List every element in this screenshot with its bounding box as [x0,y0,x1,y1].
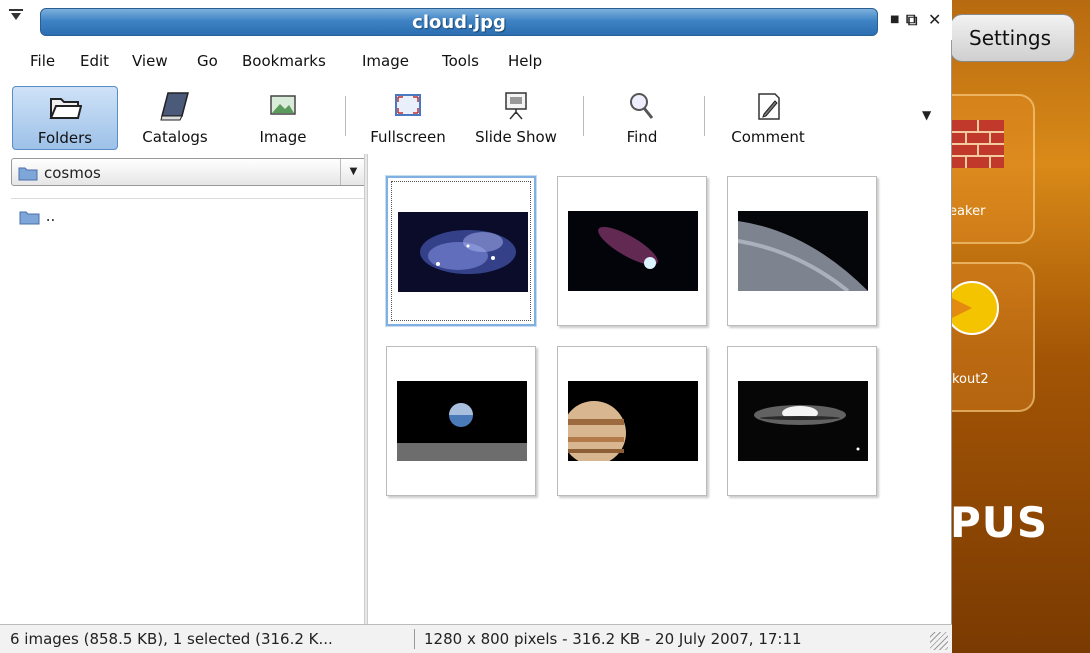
find-label: Find [626,128,658,146]
thumbnail-galaxy-cloud[interactable] [386,176,536,326]
slideshow-label: Slide Show [475,128,557,146]
thumbnail-planet-surface[interactable] [727,176,877,326]
desktop-background: Settings reaker akout2 PUS [940,0,1090,653]
catalogs-label: Catalogs [142,128,208,146]
tree-item-label: .. [45,207,56,225]
slideshow-icon [505,92,527,120]
thumbnail-image [568,211,698,291]
image-viewer-window: cloud.jpg ■ ⧉ ✕ File Edit View Go Bookma… [0,0,952,653]
thumbnail-sombrero-galaxy[interactable] [727,346,877,496]
thumbnail-grid [370,156,938,622]
desktop-brand-logo: PUS [950,498,1049,547]
location-value: cosmos [44,164,101,182]
toolbar-separator [583,96,584,136]
maximize-icon[interactable]: ⧉ [906,10,917,30]
resize-grip-icon[interactable] [930,632,948,650]
window-menu-icon[interactable] [8,8,28,28]
thumbnail-image [397,381,527,461]
status-image-info: 1280 x 800 pixels - 316.2 KB - 20 July 2… [424,630,802,648]
menu-help[interactable]: Help [508,52,542,70]
folder-tree: .. [11,198,367,623]
thumbnail-comet[interactable] [557,176,707,326]
menu-image[interactable]: Image [362,52,409,70]
folders-button[interactable]: Folders [12,86,118,150]
close-icon[interactable]: ✕ [928,10,941,29]
pane-splitter[interactable] [364,154,368,624]
status-selection-summary: 6 images (858.5 KB), 1 selected (316.2 K… [10,630,333,648]
menu-tools[interactable]: Tools [442,52,479,70]
window-title: cloud.jpg [412,12,506,33]
magnifier-icon [630,93,654,119]
folder-icon [18,167,38,181]
toolbar-overflow-icon[interactable]: ▼ [922,108,931,122]
status-separator [414,629,415,649]
slideshow-button[interactable]: Slide Show [462,86,570,150]
thumbnail-image [738,381,868,461]
folder-open-icon [49,98,82,119]
catalogs-button[interactable]: Catalogs [132,86,218,150]
toolbar-separator [345,96,346,136]
title-strip: cloud.jpg [40,8,878,36]
status-bar: 6 images (858.5 KB), 1 selected (316.2 K… [0,624,952,653]
menu-view[interactable]: View [132,52,168,70]
menu-file[interactable]: File [30,52,55,70]
folders-label: Folders [37,129,93,147]
fullscreen-button[interactable]: Fullscreen [360,86,456,150]
title-bar[interactable]: cloud.jpg ■ ⧉ ✕ [0,0,952,40]
chevron-down-icon[interactable]: ▼ [340,159,366,185]
thumbnail-image [398,212,528,292]
menu-bookmarks[interactable]: Bookmarks [242,52,326,70]
find-button[interactable]: Find [600,86,684,150]
desktop-app-icon-breaker[interactable]: reaker [940,94,1035,244]
toolbar: Folders Catalogs Image Fullscreen Slide … [0,82,952,152]
thumbnail-jupiter[interactable] [557,346,707,496]
location-dropdown[interactable]: cosmos ▼ [11,158,367,186]
fullscreen-icon [395,94,421,116]
fullscreen-label: Fullscreen [370,128,446,146]
menu-edit[interactable]: Edit [80,52,109,70]
picture-icon [270,95,296,115]
folder-pane: cosmos ▼ .. [8,154,367,624]
image-label: Image [259,128,307,146]
image-button[interactable]: Image [240,86,326,150]
minimize-icon[interactable]: ■ [890,14,899,25]
thumbnail-earthrise[interactable] [386,346,536,496]
comment-label: Comment [731,128,805,146]
toolbar-separator [704,96,705,136]
comment-pencil-icon [758,93,780,120]
comment-button[interactable]: Comment [720,86,816,150]
desktop-app-icon-breakout[interactable]: akout2 [940,262,1035,412]
menu-bar: File Edit View Go Bookmarks Image Tools … [0,48,952,76]
folder-icon [19,211,40,224]
book-icon [160,92,189,121]
tree-item-parent[interactable]: .. [19,207,55,225]
thumbnail-image [738,211,868,291]
brick-icon [952,120,1004,168]
thumbnail-image [568,381,698,461]
desktop-settings-tab[interactable]: Settings [950,14,1075,62]
menu-go[interactable]: Go [197,52,218,70]
